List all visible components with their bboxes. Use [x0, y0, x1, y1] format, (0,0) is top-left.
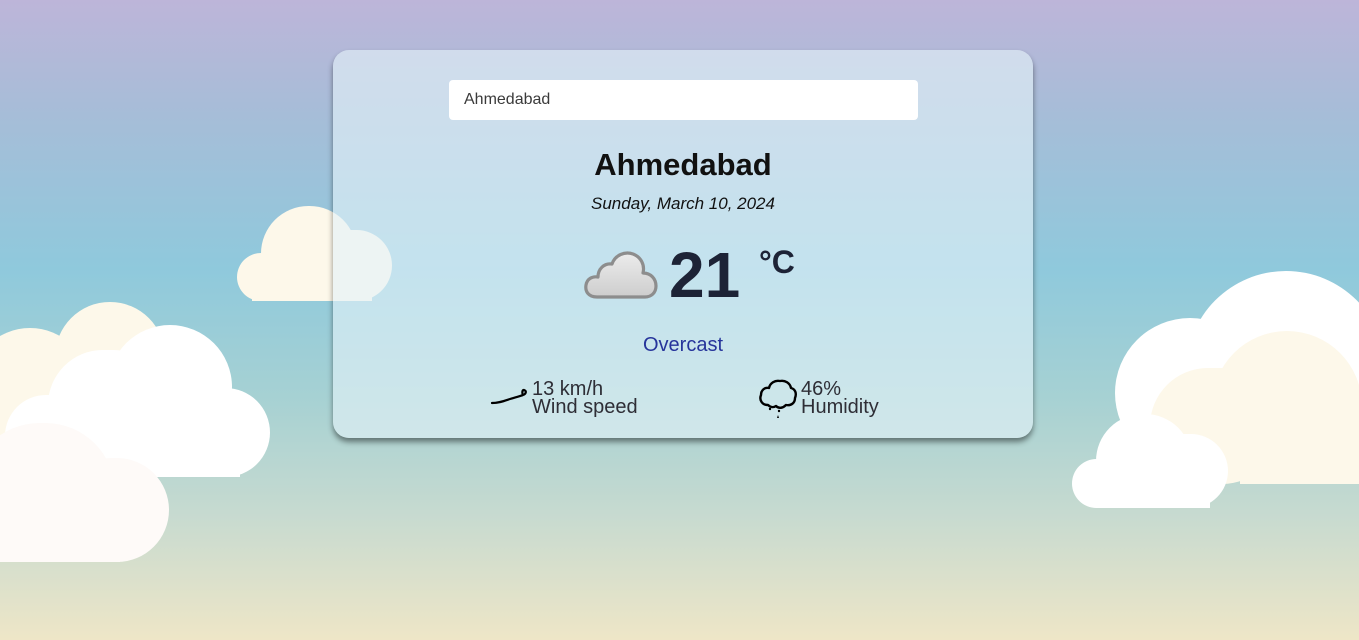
- current-date: Sunday, March 10, 2024: [591, 194, 775, 213]
- cloud-icon: [584, 251, 658, 299]
- wind-icon: [490, 388, 527, 405]
- temperature-unit: °C: [759, 244, 795, 280]
- temperature-row: 21 °C: [583, 240, 813, 310]
- city-search-input[interactable]: [449, 80, 918, 120]
- temperature-value: 21: [669, 239, 741, 311]
- humidity-stat: 46% Humidity: [758, 378, 918, 418]
- wind-speed-stat: 13 km/h Wind speed: [490, 378, 650, 418]
- humidity-label: Humidity: [801, 396, 879, 418]
- weather-condition: Overcast: [642, 334, 724, 356]
- wind-speed-label: Wind speed: [532, 396, 638, 418]
- city-name: Ahmedabad: [594, 147, 772, 182]
- humidity-icon: [759, 379, 797, 418]
- weather-card: Ahmedabad Sunday, March 10, 2024 21 °C O…: [333, 50, 1033, 438]
